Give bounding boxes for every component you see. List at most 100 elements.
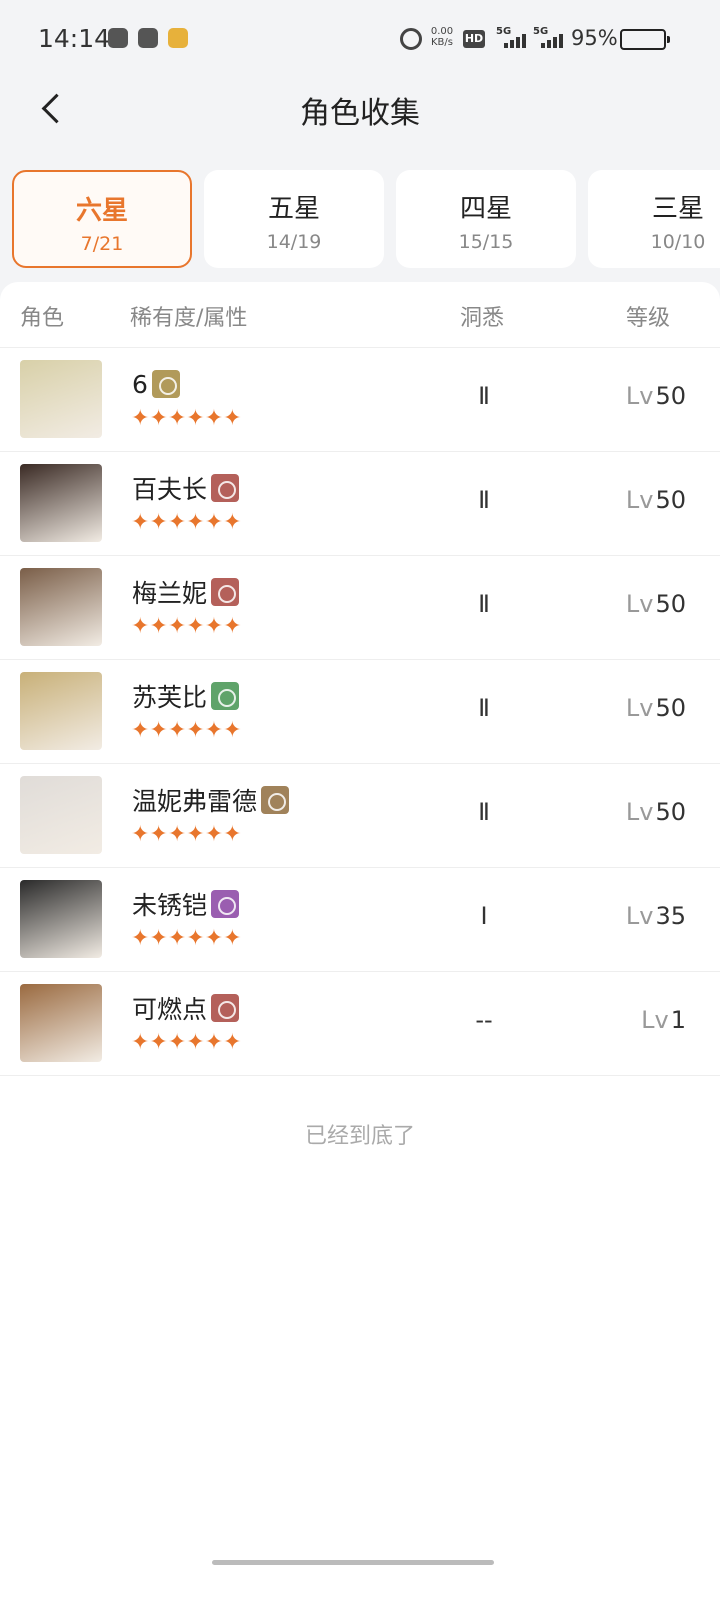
level-value: Lv50 [626,590,686,618]
status-bar: 14:14 0.00 KB/s HD 5G 5G 95% [0,0,720,80]
level-prefix: Lv [625,798,654,826]
character-row[interactable]: 百夫长 ✦✦✦✦✦✦ Ⅱ Lv50 [0,452,720,556]
level-number: 1 [670,1006,686,1034]
character-avatar [20,776,102,854]
rarity-stars: ✦✦✦✦✦✦ [131,718,242,743]
level-value: Lv50 [626,486,686,514]
tab-label: 五星 [267,194,320,224]
character-row[interactable]: 温妮弗雷德 ✦✦✦✦✦✦ Ⅱ Lv50 [0,764,720,868]
net-speed: 0.00 KB/s [428,26,456,48]
tab-count: 10/10 [650,231,706,253]
character-name: 温妮弗雷德 [132,787,258,816]
level-value: Lv35 [626,902,686,930]
net-speed-unit: KB/s [431,37,453,48]
level-prefix: Lv [625,902,654,930]
attribute-icon [151,370,180,398]
status-time: 14:14 [38,24,111,53]
battery-icon [620,29,670,50]
character-name: 未锈铠 [132,891,208,920]
character-row[interactable]: 未锈铠 ✦✦✦✦✦✦ Ⅰ Lv35 [0,868,720,972]
signal-label: 5G [496,26,512,37]
level-prefix: Lv [625,486,654,514]
alarm-icon [400,28,422,50]
character-avatar [20,568,102,646]
level-number: 50 [655,486,686,514]
tab-count: 7/21 [80,233,124,255]
tab-six-star[interactable]: 六星 7/21 [12,170,192,268]
tab-count: 14/19 [266,231,322,253]
rarity-stars: ✦✦✦✦✦✦ [131,614,242,639]
attribute-icon [211,474,240,502]
tab-label: 四星 [459,194,512,224]
level-value: Lv50 [626,798,686,826]
character-name: 6 [132,369,148,399]
rarity-stars: ✦✦✦✦✦✦ [131,1030,242,1055]
battery-percent: 95% [571,26,618,50]
column-insight: 洞悉 [460,306,505,331]
rarity-stars: ✦✦✦✦✦✦ [131,926,242,951]
character-avatar [20,360,102,438]
signal-icon: 5G [496,26,528,50]
level-prefix: Lv [625,382,654,410]
character-row[interactable]: 梅兰妮 ✦✦✦✦✦✦ Ⅱ Lv50 [0,556,720,660]
rarity-tabs: 六星 7/21 五星 14/19 四星 15/15 三星 10/10 [0,170,720,270]
column-role: 角色 [20,306,65,331]
insight-value: Ⅱ [478,590,490,618]
character-avatar [20,880,102,958]
attribute-icon [261,786,290,814]
character-row[interactable]: 苏芙比 ✦✦✦✦✦✦ Ⅱ Lv50 [0,660,720,764]
level-number: 35 [655,902,686,930]
attribute-icon [211,994,240,1022]
insight-value: Ⅰ [480,902,488,930]
tab-four-star[interactable]: 四星 15/15 [396,170,576,268]
end-of-list-text: 已经到底了 [304,1124,415,1149]
insight-value: Ⅱ [478,694,490,722]
level-prefix: Lv [625,590,654,618]
character-name: 梅兰妮 [132,579,208,608]
tab-label: 六星 [75,196,128,226]
column-level: 等级 [626,306,671,331]
home-indicator[interactable] [212,1560,494,1565]
level-value: Lv1 [641,1006,686,1034]
level-value: Lv50 [626,694,686,722]
notification-app-icon [108,28,128,48]
character-row[interactable]: 6 ✦✦✦✦✦✦ Ⅱ Lv50 [0,348,720,452]
header: 角色收集 [0,80,720,140]
notification-app-icon [168,28,188,48]
mail-icon [138,28,158,48]
column-header: 角色 稀有度/属性 洞悉 等级 [0,282,720,348]
tab-label: 三星 [651,194,704,224]
attribute-icon [211,682,240,710]
level-number: 50 [655,382,686,410]
signal-icon: 5G [533,26,565,50]
rarity-stars: ✦✦✦✦✦✦ [131,406,242,431]
signal-label: 5G [533,26,549,37]
level-number: 50 [655,590,686,618]
level-number: 50 [655,694,686,722]
level-prefix: Lv [641,1006,669,1034]
character-avatar [20,672,102,750]
tab-five-star[interactable]: 五星 14/19 [204,170,384,268]
level-value: Lv50 [626,382,686,410]
tab-three-star[interactable]: 三星 10/10 [588,170,720,268]
page-title: 角色收集 [300,96,420,131]
level-prefix: Lv [625,694,654,722]
character-list: 角色 稀有度/属性 洞悉 等级 6 ✦✦✦✦✦✦ Ⅱ Lv50 百夫长 ✦✦✦✦… [0,282,720,1600]
level-number: 50 [655,798,686,826]
character-avatar [20,464,102,542]
character-row[interactable]: 可燃点 ✦✦✦✦✦✦ -- Lv1 [0,972,720,1076]
rarity-stars: ✦✦✦✦✦✦ [131,822,242,847]
character-name: 百夫长 [132,475,208,504]
attribute-icon [211,578,240,606]
attribute-icon [211,890,240,918]
insight-value: Ⅱ [478,382,490,410]
net-speed-value: 0.00 [430,26,454,37]
character-name: 可燃点 [132,995,208,1024]
character-avatar [20,984,102,1062]
insight-value: -- [475,1006,493,1034]
hd-icon: HD [463,30,485,48]
rarity-stars: ✦✦✦✦✦✦ [131,510,242,535]
tab-count: 15/15 [458,231,514,253]
character-name: 苏芙比 [132,683,208,712]
insight-value: Ⅱ [478,798,490,826]
